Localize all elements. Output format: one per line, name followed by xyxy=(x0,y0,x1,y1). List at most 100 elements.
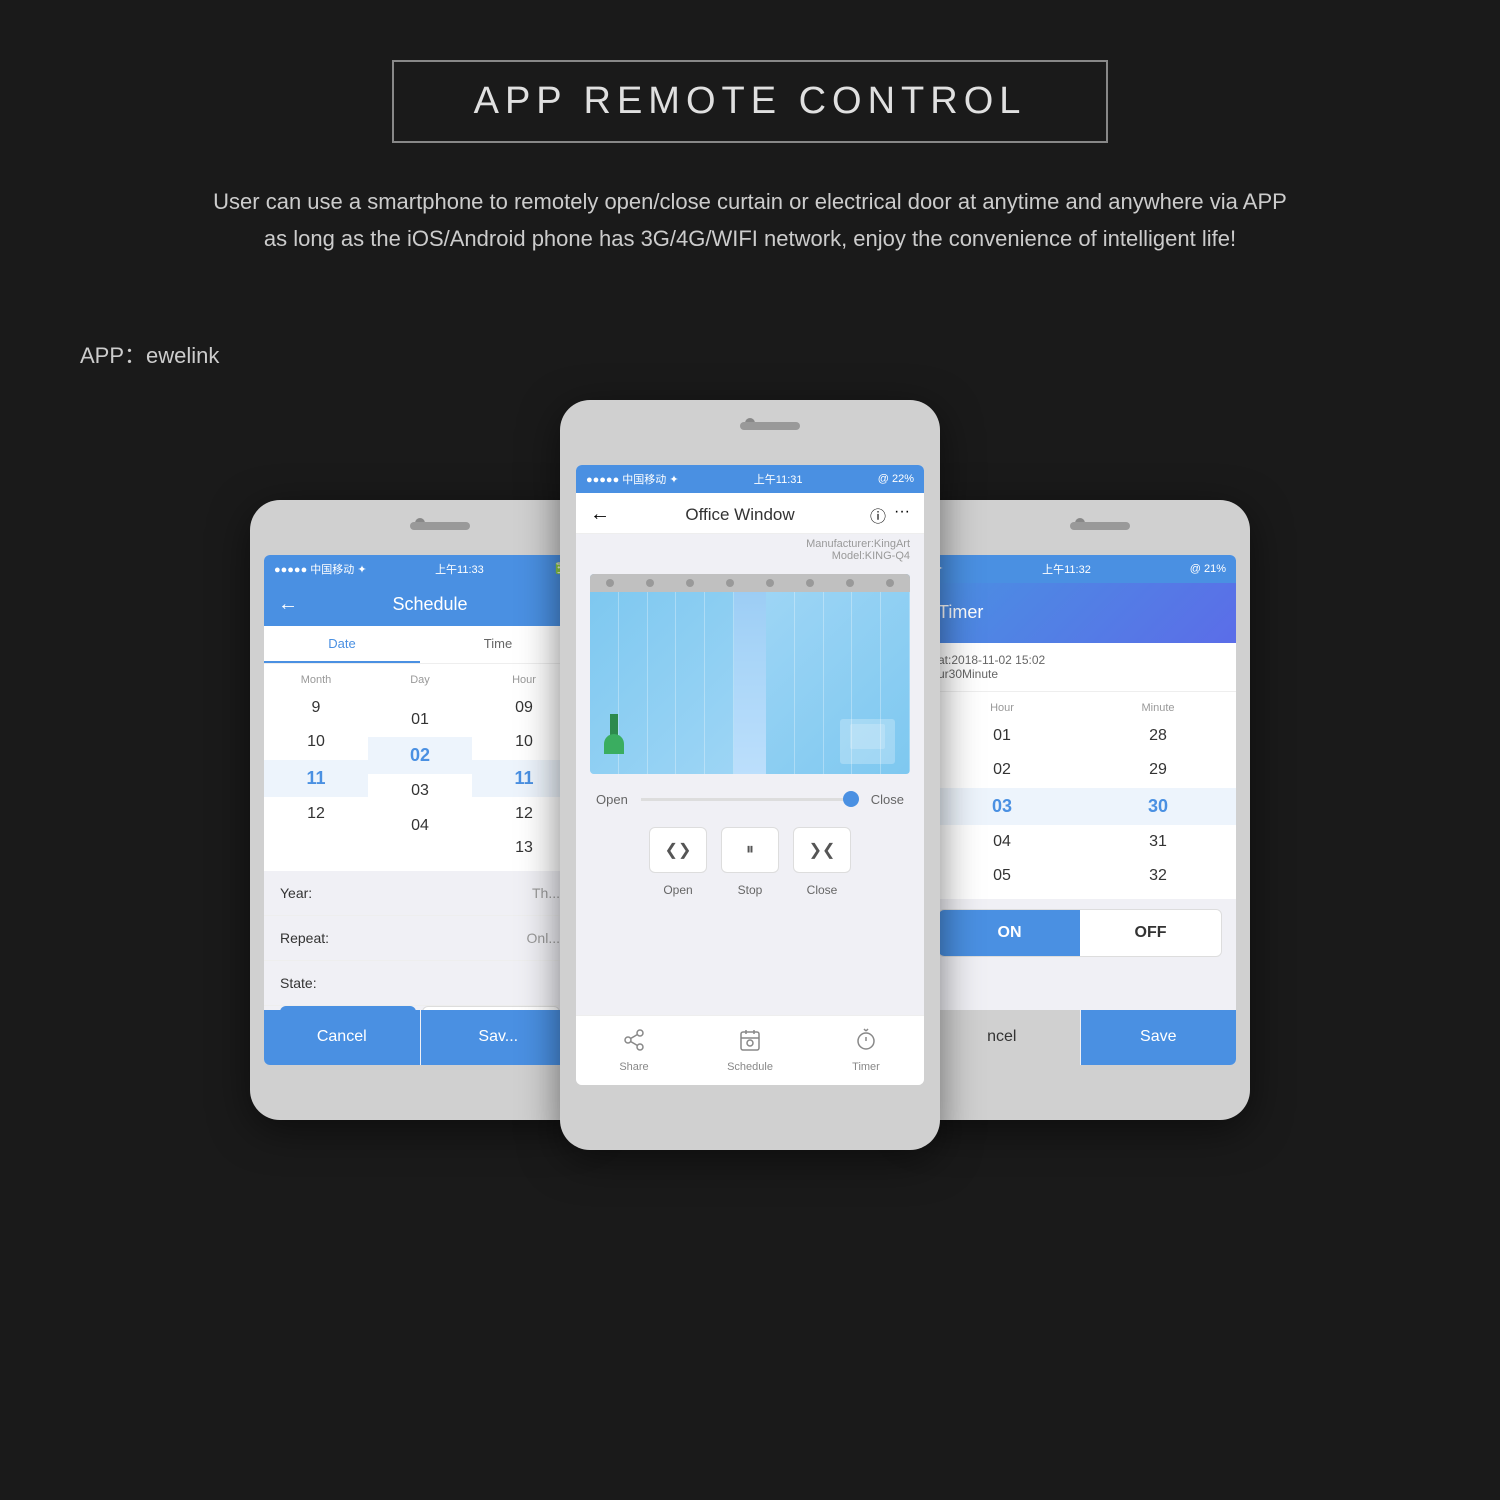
office-icons: ⓘ ··· xyxy=(870,503,910,527)
month-column: Month 9 10 11 12 xyxy=(264,669,368,866)
timer-header: Timer xyxy=(924,583,1236,643)
repeat-value: Onl... xyxy=(527,930,560,946)
timer-hour-04: 04 xyxy=(924,825,1080,859)
battery-center: @ 22% xyxy=(878,473,914,485)
timer-title: Timer xyxy=(938,602,983,623)
timer-label: Timer xyxy=(852,1061,880,1073)
close-button-center[interactable]: ❯❮ xyxy=(793,827,851,873)
year-label: Year: xyxy=(280,885,312,901)
model-text: Model:KING-Q4 xyxy=(590,550,910,562)
hook-6 xyxy=(806,579,814,587)
cancel-button-left[interactable]: Cancel xyxy=(264,1010,420,1065)
open-label: Open xyxy=(649,883,707,897)
carrier-left: ●●●●● 中国移动 ✦ xyxy=(274,561,367,577)
year-value: Th... xyxy=(532,885,560,901)
timer-hour-01: 01 xyxy=(924,719,1080,753)
hook-8 xyxy=(886,579,894,587)
slider-open-label: Open xyxy=(596,792,631,807)
phone-center-status-bar: ●●●●● 中国移动 ✦ 上午11:31 @ 22% xyxy=(576,465,924,493)
day-val-04: 04 xyxy=(368,809,472,843)
phone-left-screen: ●●●●● 中国移动 ✦ 上午11:33 🔋 ← Schedule Date T… xyxy=(264,555,576,1065)
year-field: Year: Th... xyxy=(264,871,576,916)
timer-hour-03[interactable]: 03 xyxy=(924,788,1080,825)
curtain-rod xyxy=(590,574,910,592)
phones-container: ●●●●● 中国移动 ✦ 上午11:33 🔋 ← Schedule Date T… xyxy=(0,400,1500,1150)
office-header: ← Office Window ⓘ ··· xyxy=(576,493,924,534)
tab-time[interactable]: Time xyxy=(420,626,576,663)
timer-min-29: 29 xyxy=(1080,753,1236,787)
phone-left: ●●●●● 中国移动 ✦ 上午11:33 🔋 ← Schedule Date T… xyxy=(250,500,590,1120)
back-arrow-center[interactable]: ← xyxy=(590,503,610,526)
timer-hour-02: 02 xyxy=(924,753,1080,787)
cancel-button-right[interactable]: ncel xyxy=(924,1010,1080,1065)
time-center: 上午11:31 xyxy=(754,471,803,487)
timer-on-button[interactable]: ON xyxy=(939,910,1080,956)
schedule-icon xyxy=(738,1028,762,1058)
bottom-nav-center: Share Schedule xyxy=(576,1015,924,1085)
timer-off-button[interactable]: OFF xyxy=(1080,910,1221,956)
month-val-12: 12 xyxy=(264,797,368,831)
phone-right-speaker xyxy=(1070,522,1130,530)
day-val-empty xyxy=(368,691,472,703)
timer-at: at:2018-11-02 15:02 xyxy=(938,653,1222,667)
slider-container: Open Close xyxy=(576,782,924,817)
slider-track[interactable] xyxy=(641,798,859,801)
schedule-label: Schedule xyxy=(727,1061,773,1073)
timer-min-28: 28 xyxy=(1080,719,1236,753)
phone-center-speaker xyxy=(740,422,800,430)
day-val-02[interactable]: 02 xyxy=(368,737,472,774)
month-val-11[interactable]: 11 xyxy=(264,760,368,797)
nav-schedule[interactable]: Schedule xyxy=(692,1028,808,1073)
nav-timer[interactable]: Timer xyxy=(808,1028,924,1073)
back-arrow-left[interactable]: ← xyxy=(278,593,298,616)
office-title: Office Window xyxy=(610,505,870,525)
hook-2 xyxy=(646,579,654,587)
description-text: User can use a smartphone to remotely op… xyxy=(200,183,1300,258)
ctrl-btn-labels: Open Stop Close xyxy=(576,883,924,905)
timer-min-30[interactable]: 30 xyxy=(1080,788,1236,825)
tab-date[interactable]: Date xyxy=(264,626,420,663)
timer-hour-column: Hour 01 02 03 04 05 xyxy=(924,697,1080,894)
timer-on-off: ON OFF xyxy=(938,909,1222,957)
header-section: APP REMOTE CONTROL User can use a smartp… xyxy=(0,0,1500,298)
month-val-10: 10 xyxy=(264,725,368,759)
share-icon xyxy=(622,1028,646,1058)
schedule-title: Schedule xyxy=(298,594,562,615)
timer-info: at:2018-11-02 15:02 ur30Minute xyxy=(924,643,1236,692)
nav-share[interactable]: Share xyxy=(576,1028,692,1073)
page-title: APP REMOTE CONTROL xyxy=(474,80,1027,123)
phone-left-status-bar: ●●●●● 中国移动 ✦ 上午11:33 🔋 xyxy=(264,555,576,583)
repeat-label: Repeat: xyxy=(280,930,329,946)
phone-right: ✦ 上午11:32 @ 21% Timer at:2018-11-02 15:0… xyxy=(910,500,1250,1120)
date-time-tabs: Date Time xyxy=(264,626,576,664)
app-label: APP：ewelink xyxy=(0,318,1500,390)
hook-5 xyxy=(766,579,774,587)
carrier-center: ●●●●● 中国移动 ✦ xyxy=(586,471,679,487)
open-button-center[interactable]: ❮❯ xyxy=(649,827,707,873)
save-button-left[interactable]: Sav... xyxy=(421,1010,577,1065)
slider-thumb[interactable] xyxy=(843,791,859,807)
schedule-app-header: ← Schedule xyxy=(264,583,576,626)
save-button-right[interactable]: Save xyxy=(1081,1010,1237,1065)
phone-right-status-bar: ✦ 上午11:32 @ 21% xyxy=(924,555,1236,583)
room-plant xyxy=(600,714,628,774)
more-icon[interactable]: ··· xyxy=(894,503,910,527)
timer-hour-label: Hour xyxy=(924,697,1080,719)
stop-button-center[interactable]: ⏸ xyxy=(721,827,779,873)
info-icon[interactable]: ⓘ xyxy=(870,503,886,527)
curtain-illustration xyxy=(590,574,910,774)
slider-close-label: Close xyxy=(869,792,904,807)
slider-fill xyxy=(641,798,815,801)
title-box: APP REMOTE CONTROL xyxy=(392,60,1109,143)
state-field: State: xyxy=(264,961,576,1006)
phone-center: ●●●●● 中国移动 ✦ 上午11:31 @ 22% ← Office Wind… xyxy=(560,400,940,1150)
manufacturer-text: Manufacturer:KingArt xyxy=(590,538,910,550)
timer-icon xyxy=(854,1028,878,1058)
share-label: Share xyxy=(619,1061,648,1073)
timer-min-32: 32 xyxy=(1080,859,1236,893)
hook-7 xyxy=(846,579,854,587)
day-label: Day xyxy=(368,669,472,691)
bottom-buttons-left: Cancel Sav... xyxy=(264,1010,576,1065)
date-picker: Month 9 10 11 12 Day 01 02 03 04 Hour xyxy=(264,664,576,871)
month-val-empty xyxy=(264,831,368,843)
